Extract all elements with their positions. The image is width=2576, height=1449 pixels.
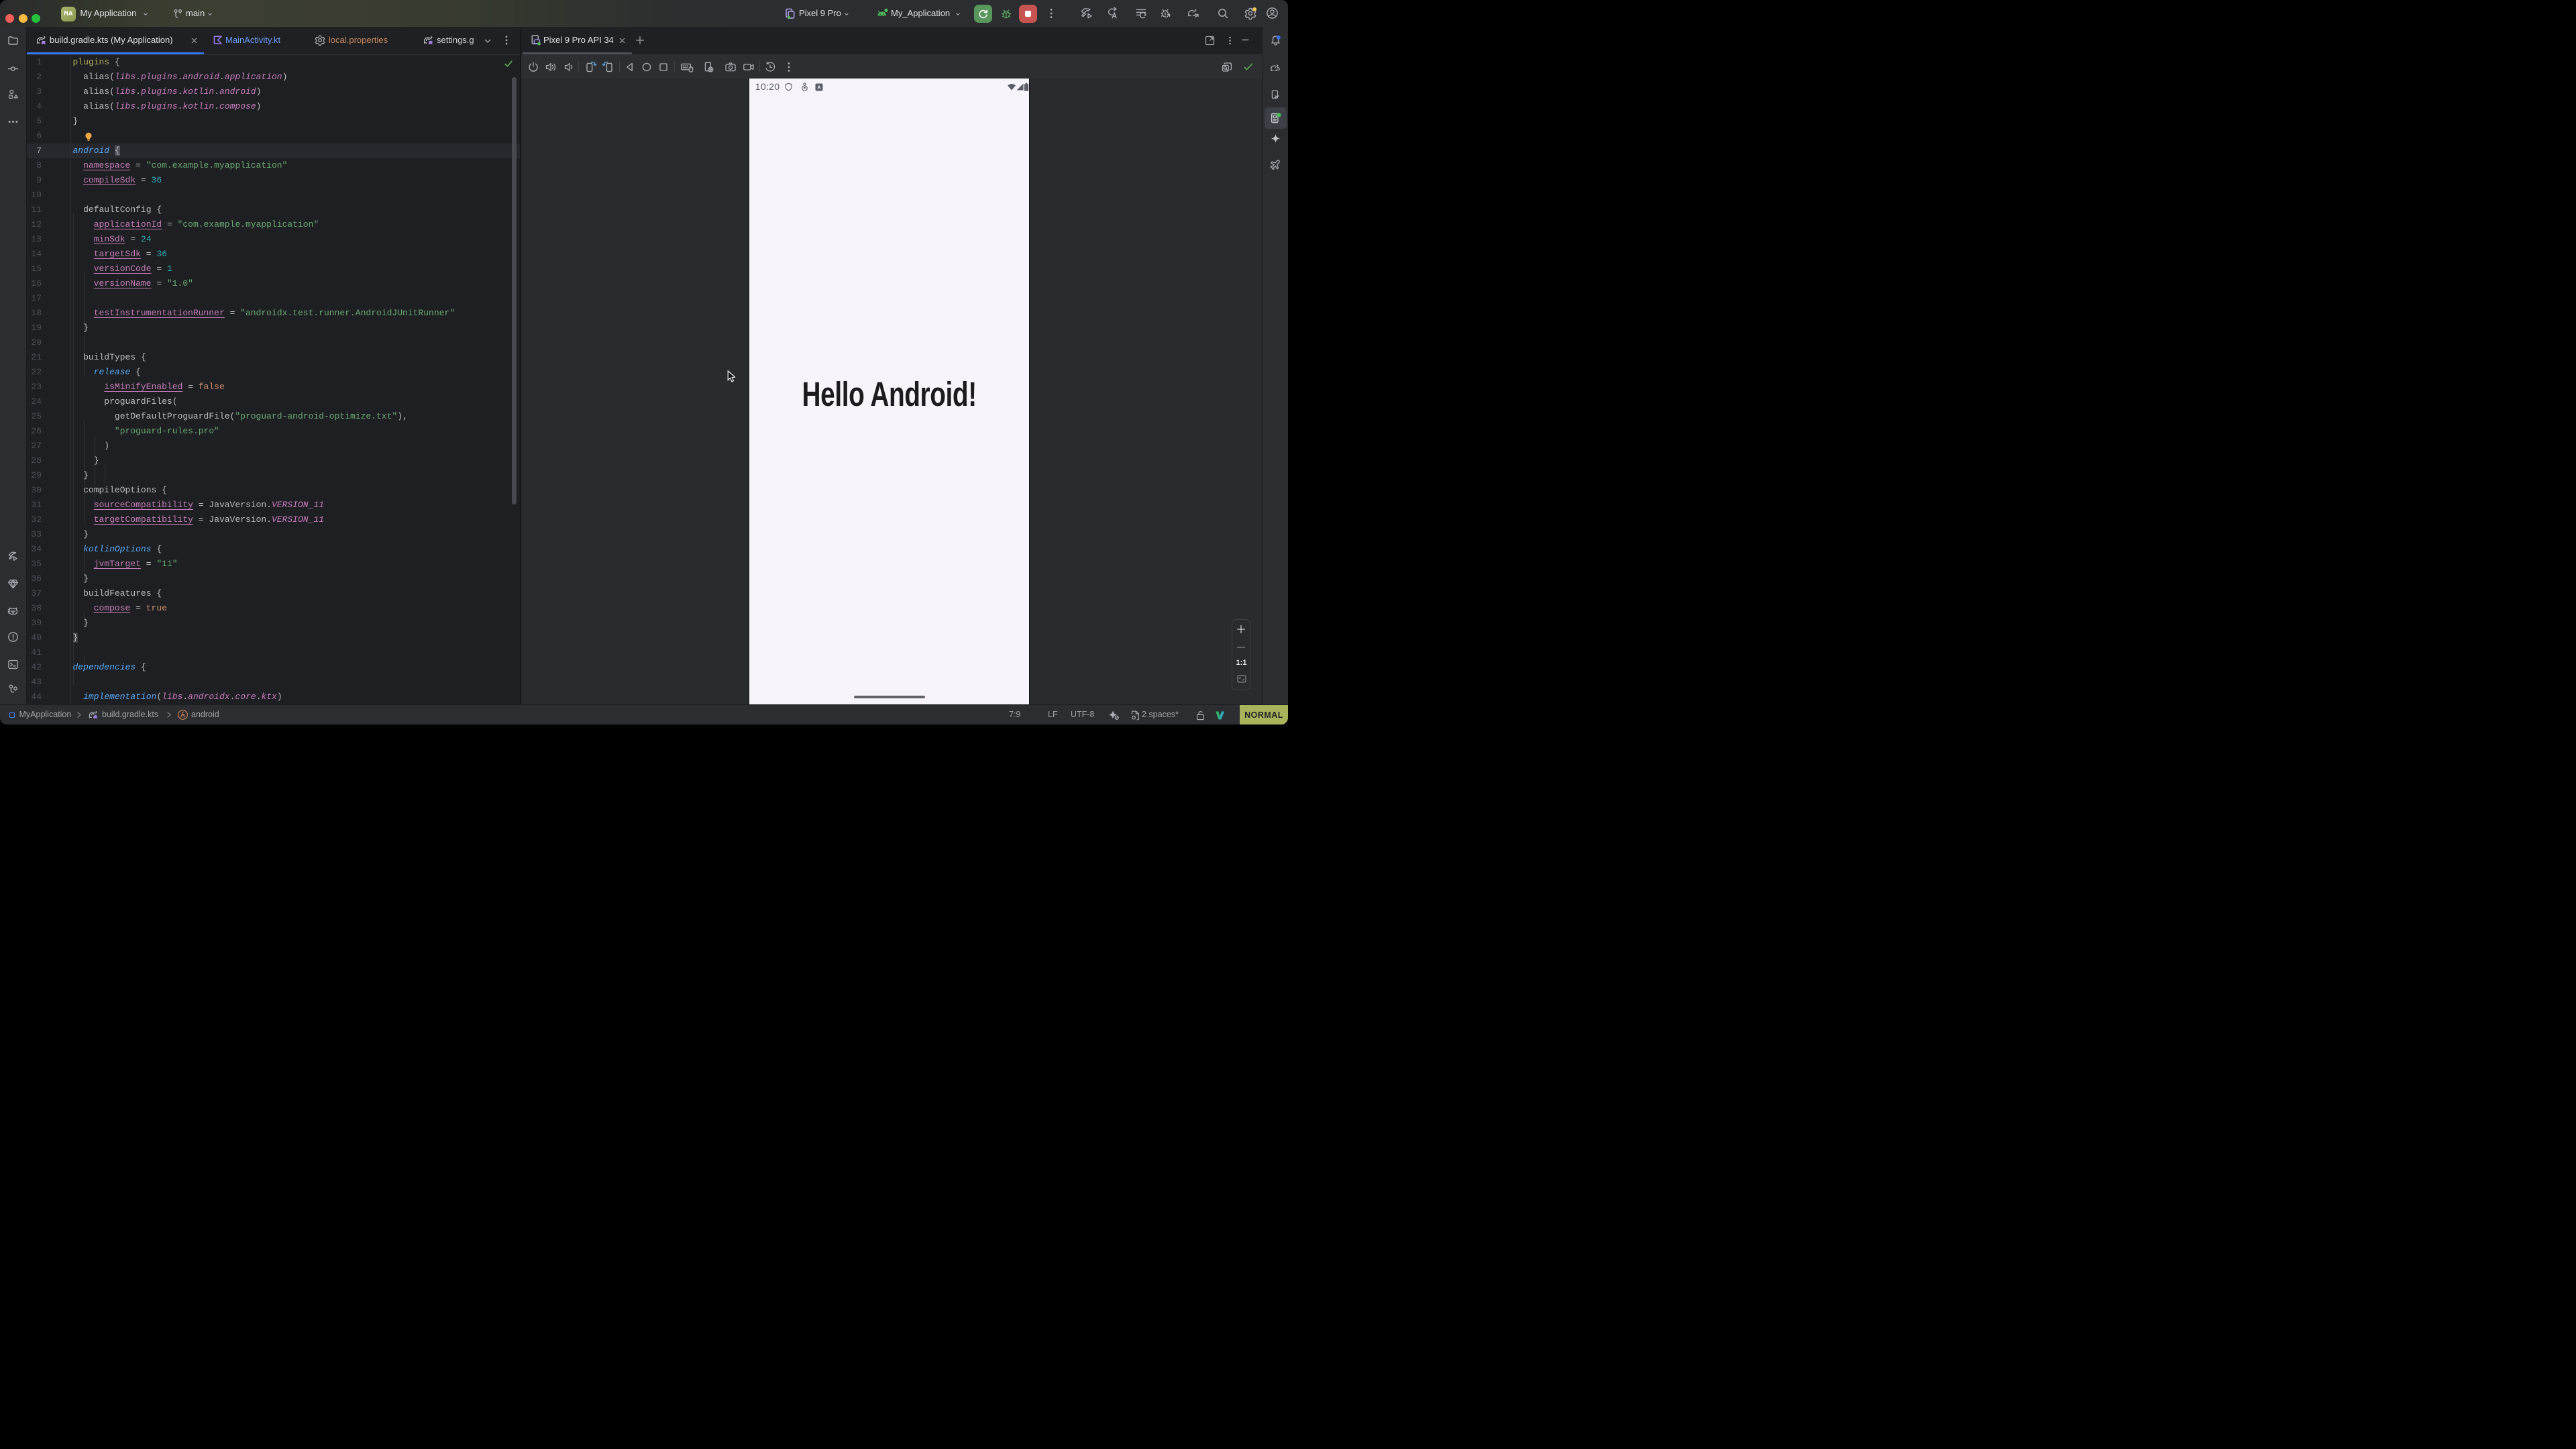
svg-text:A: A bbox=[817, 84, 821, 90]
